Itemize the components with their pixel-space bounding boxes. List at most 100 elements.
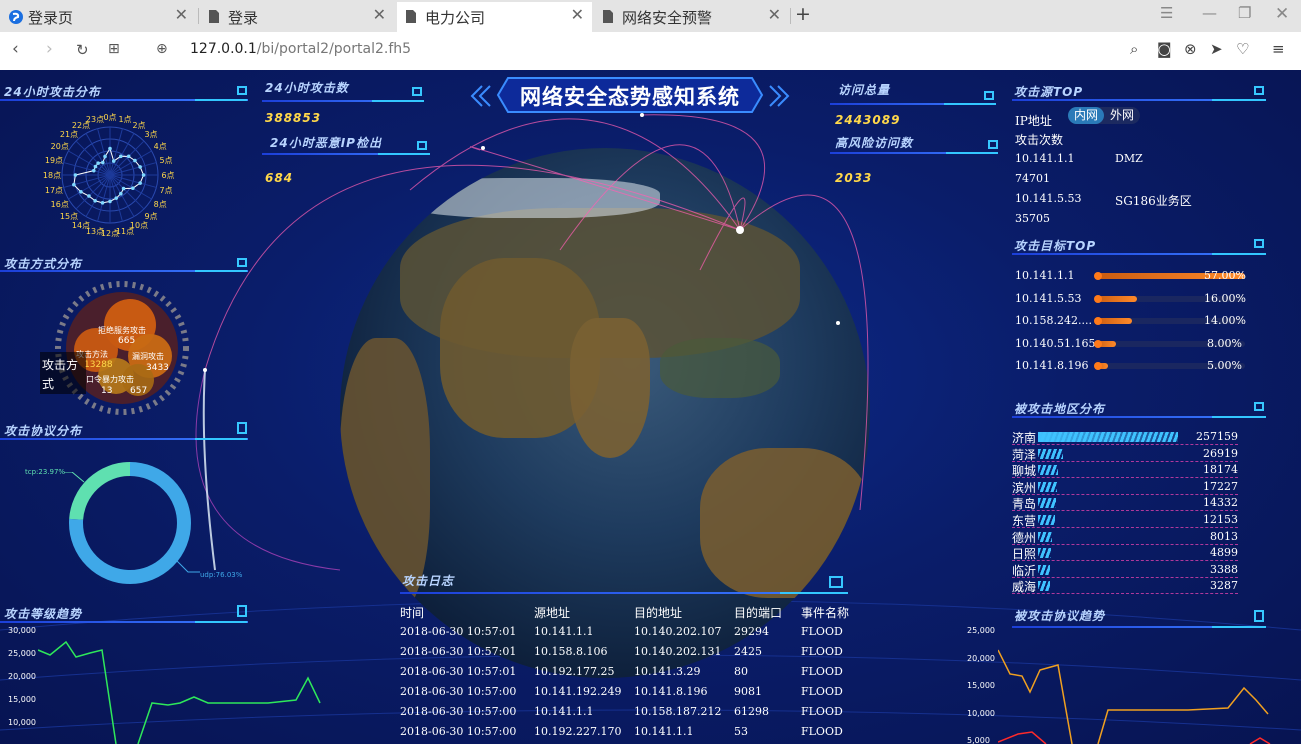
- url-field[interactable]: 127.0.0.1/bi/portal2/portal2.fh5: [190, 41, 411, 57]
- region-row[interactable]: 德州 8013: [1012, 529, 1238, 545]
- region-row[interactable]: 聊城 18174: [1012, 462, 1238, 479]
- radar-point: [73, 173, 78, 177]
- expand-icon[interactable]: [1254, 402, 1264, 411]
- region-row[interactable]: 东营 12153: [1012, 512, 1238, 528]
- region-value: 8013: [1210, 529, 1238, 543]
- bubble-value-other: 657: [130, 386, 148, 396]
- log-cell: 10.141.1.1: [534, 625, 594, 638]
- target-pct: 14.00%: [1204, 314, 1246, 327]
- log-row[interactable]: 2018-06-30 10:57:00 10.141.192.249 10.141.…: [400, 683, 870, 703]
- site-info-icon[interactable]: ⊕: [156, 41, 168, 57]
- tab-power-company[interactable]: 电力公司 ✕: [397, 2, 592, 32]
- region-row[interactable]: 滨州 17227: [1012, 479, 1238, 495]
- restore-icon[interactable]: ❐: [1238, 4, 1251, 22]
- region-bar: [1038, 481, 1058, 492]
- expand-icon[interactable]: [237, 258, 247, 267]
- reload-icon[interactable]: ↻: [76, 41, 89, 59]
- expand-icon[interactable]: [237, 422, 247, 434]
- close-tab-icon[interactable]: ✕: [175, 5, 188, 24]
- attack-hub: [736, 226, 744, 234]
- page-icon: [405, 9, 419, 25]
- browser-logo-icon: [8, 9, 23, 25]
- window-close-icon[interactable]: ✕: [1275, 4, 1289, 24]
- tab-login-page[interactable]: 登录页 ✕: [0, 2, 196, 32]
- region-row[interactable]: 威海 3287: [1012, 578, 1238, 595]
- expand-icon[interactable]: [1254, 610, 1264, 622]
- close-tab-icon[interactable]: ✕: [373, 5, 386, 24]
- expand-icon[interactable]: [1254, 239, 1264, 248]
- forward-icon[interactable]: ›: [46, 39, 53, 59]
- log-cell: FLOOD: [801, 705, 843, 718]
- close-tab-icon[interactable]: ✕: [768, 5, 781, 24]
- log-cell: 10.158.187.212: [634, 705, 722, 718]
- log-cell: 80: [734, 665, 748, 678]
- target-ip: 10.141.8.196: [1015, 359, 1089, 372]
- radar-point: [119, 154, 123, 159]
- region-row[interactable]: 青岛 14332: [1012, 495, 1238, 512]
- region-bar: [1038, 465, 1058, 476]
- region-row[interactable]: 菏泽 26919: [1012, 446, 1238, 462]
- log-cell: 10.141.3.29: [634, 665, 701, 678]
- tab-security-alert[interactable]: 网络安全预警 ✕: [594, 2, 789, 32]
- expand-icon[interactable]: [1254, 86, 1264, 95]
- log-header-row: 时间 源地址 目的地址 目的端口 事件名称: [400, 602, 870, 622]
- expand-icon[interactable]: [412, 87, 422, 96]
- malicious-ip-value: 684: [265, 171, 294, 185]
- radar-point: [114, 196, 119, 200]
- camera-icon[interactable]: ◙: [1157, 40, 1172, 58]
- log-cell: FLOOD: [801, 725, 843, 738]
- radar-hour-label: 6点: [161, 171, 174, 180]
- block-icon[interactable]: ⊗: [1184, 40, 1197, 58]
- log-row[interactable]: 2018-06-30 10:57:01 10.141.1.1 10.140.202.…: [400, 623, 870, 643]
- search-icon[interactable]: ⌕: [1130, 40, 1138, 58]
- target-pct: 5.00%: [1207, 359, 1242, 372]
- log-row[interactable]: 2018-06-30 10:57:00 10.141.1.1 10.158.187.…: [400, 703, 870, 723]
- expand-icon[interactable]: [237, 86, 247, 95]
- log-row[interactable]: 2018-06-30 10:57:01 10.158.8.106 10.140.20…: [400, 643, 870, 663]
- attack-level-line-chart: [38, 640, 321, 744]
- toggle-outer-network[interactable]: 外网: [1106, 107, 1138, 124]
- tab-strip: 登录页 ✕ 登录 ✕ 电力公司 ✕ 网络安全预警 ✕ + ☰ — ❐ ✕: [0, 0, 1301, 32]
- expand-icon[interactable]: [984, 91, 994, 100]
- attack-count-value: 388853: [265, 111, 322, 125]
- radar-hour-label: 2点: [132, 121, 145, 130]
- region-value: 3388: [1210, 562, 1238, 576]
- apps-grid-icon[interactable]: ⊞: [108, 41, 120, 57]
- bubble-value-brute: 13: [101, 386, 113, 396]
- expand-icon[interactable]: [237, 605, 247, 617]
- log-cell: 2018-06-30 10:57:01: [400, 625, 517, 638]
- region-bar: [1038, 548, 1051, 559]
- expand-icon[interactable]: [988, 140, 998, 149]
- region-row[interactable]: 日照 4899: [1012, 545, 1238, 562]
- log-row[interactable]: 2018-06-30 10:57:01 10.192.177.25 10.141.3…: [400, 663, 870, 683]
- tab-login[interactable]: 登录 ✕: [200, 2, 394, 32]
- radar-hour-label: 7点: [159, 186, 172, 195]
- minimize-icon[interactable]: —: [1202, 4, 1217, 22]
- level-ytick: 30,000: [8, 626, 36, 635]
- close-tab-icon[interactable]: ✕: [571, 5, 584, 24]
- tcp-label: tcp:23.97%: [25, 468, 66, 476]
- radar-hour-label: 8点: [154, 200, 167, 209]
- new-tab-icon[interactable]: +: [795, 3, 811, 25]
- attack-method-tooltip: 攻击方式: [40, 352, 86, 394]
- log-cell: 29294: [734, 625, 769, 638]
- expand-icon[interactable]: [417, 141, 427, 150]
- heart-icon[interactable]: ♡: [1236, 40, 1249, 58]
- log-cell: 2018-06-30 10:57:00: [400, 685, 517, 698]
- region-row[interactable]: 临沂 3388: [1012, 562, 1238, 578]
- radar-point: [108, 199, 112, 204]
- log-cell: FLOOD: [801, 645, 843, 658]
- log-row[interactable]: 2018-06-30 10:57:00 10.192.227.170 10.141.…: [400, 723, 870, 743]
- target-ip: 10.140.51.165: [1015, 336, 1096, 350]
- menu-icon[interactable]: ≡: [1272, 40, 1285, 58]
- toggle-inner-network[interactable]: 内网: [1068, 107, 1104, 124]
- level-ytick: 15,000: [8, 695, 36, 704]
- tab-list-icon[interactable]: ☰: [1160, 4, 1173, 22]
- send-icon[interactable]: ➤: [1210, 40, 1223, 58]
- region-row[interactable]: 济南 257159: [1012, 429, 1238, 445]
- radar-hour-label: 4点: [154, 142, 167, 151]
- protocol-ytick: 10,000: [967, 709, 995, 718]
- back-icon[interactable]: ‹: [12, 39, 19, 59]
- region-name: 青岛: [1012, 497, 1037, 512]
- expand-icon[interactable]: [829, 576, 843, 588]
